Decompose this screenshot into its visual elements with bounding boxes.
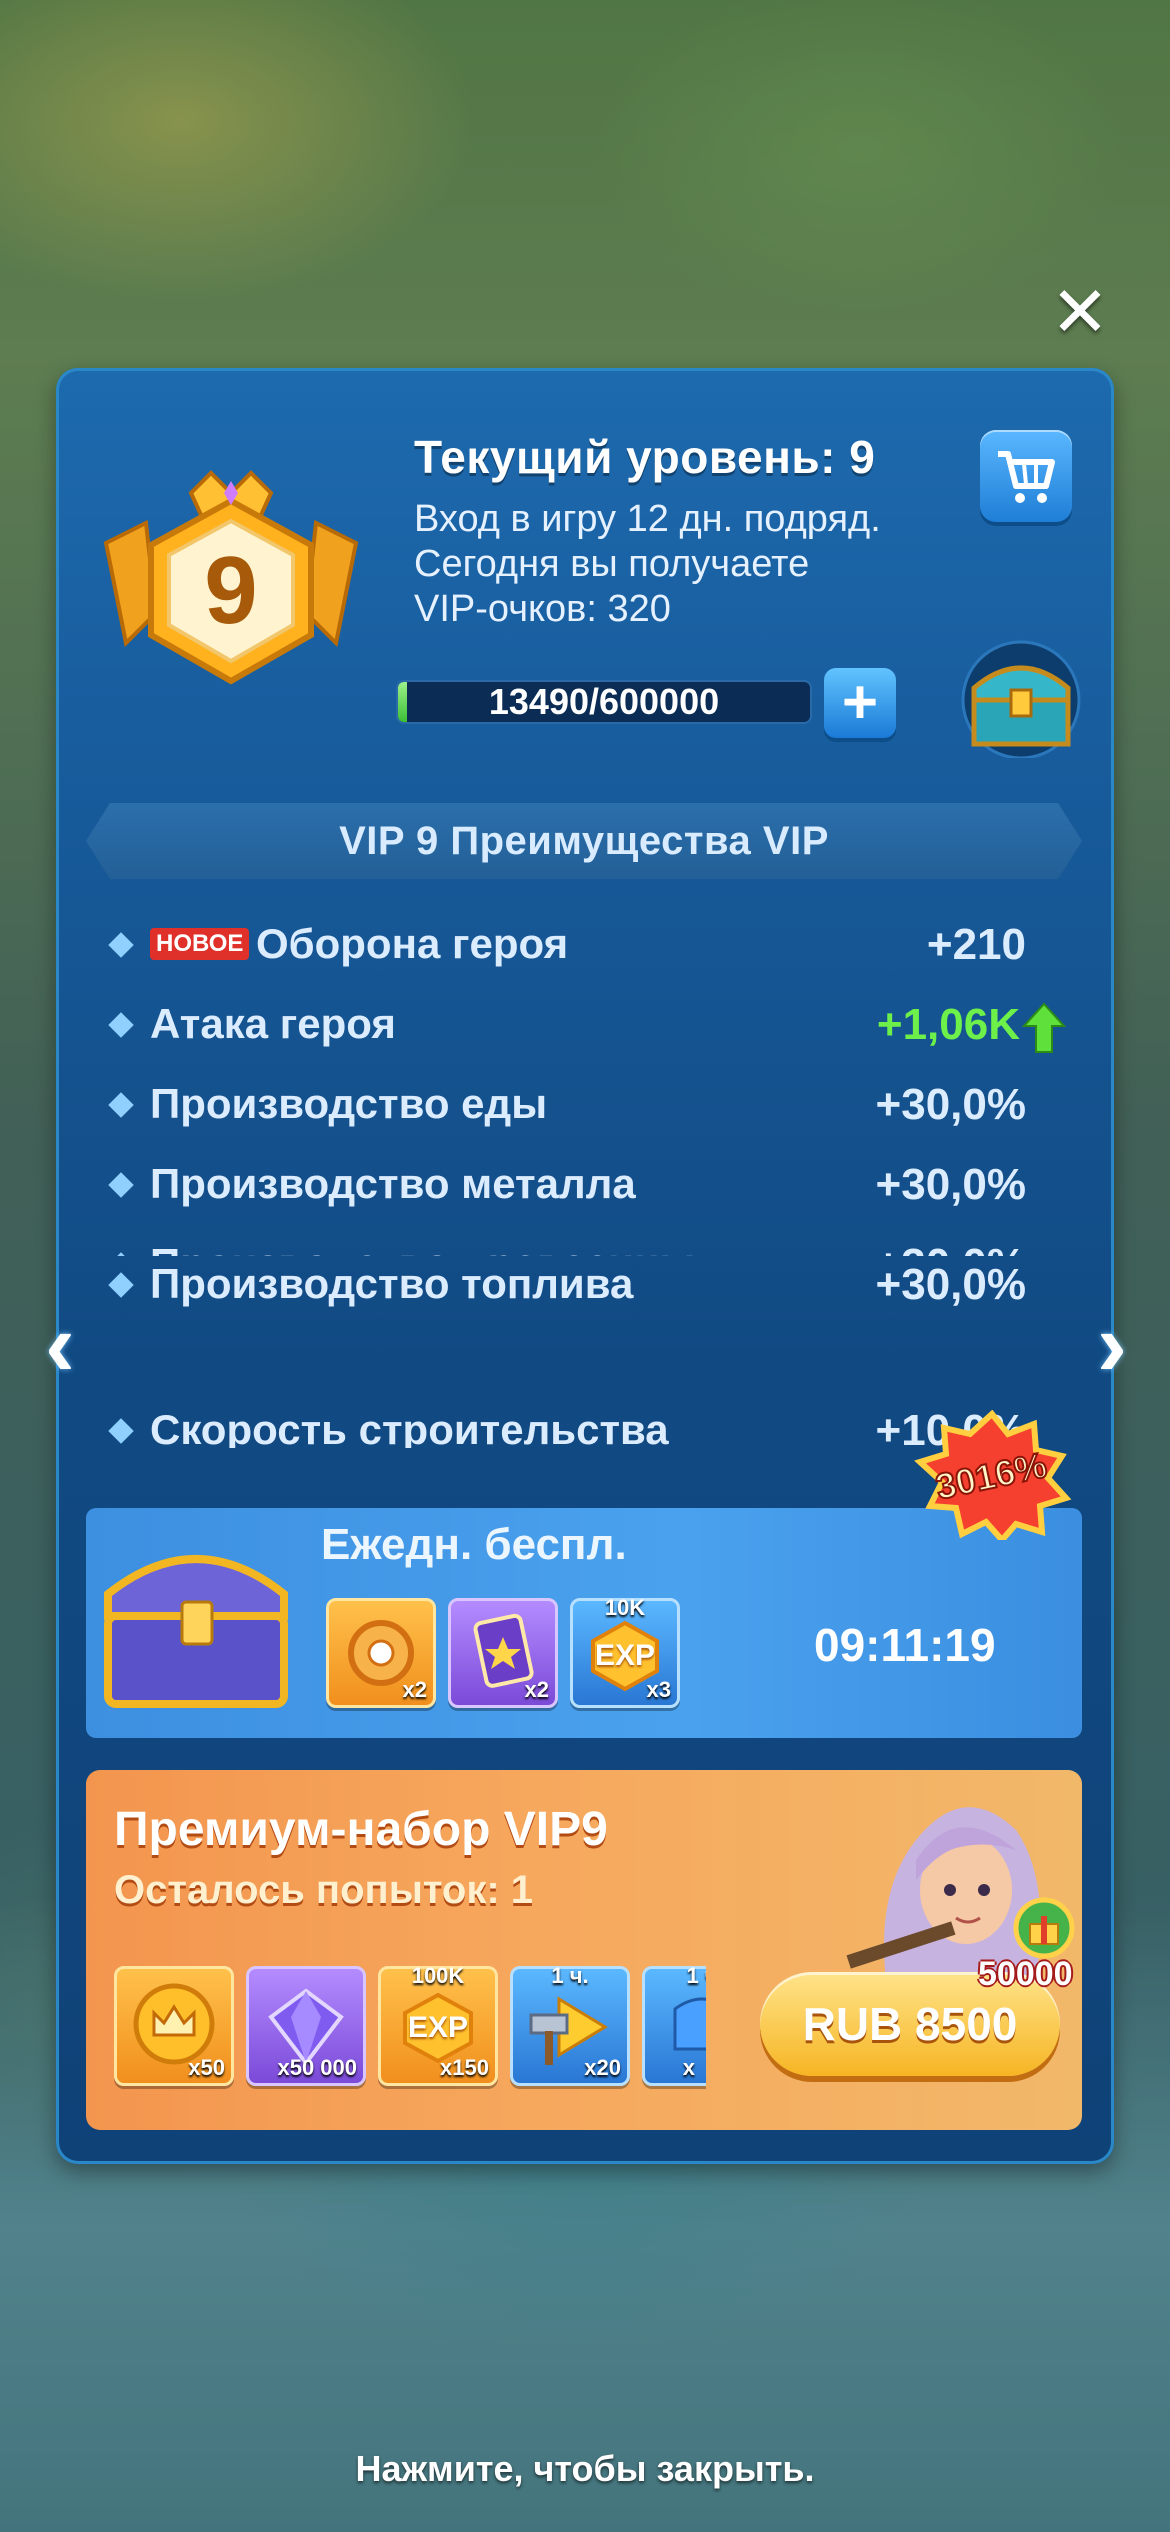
benefit-label: Производство металла xyxy=(150,1160,636,1207)
benefit-label: Производство еды xyxy=(150,1080,548,1127)
premium-pack-title: Премиум-набор VIP9 xyxy=(114,1803,608,1856)
gift-icon xyxy=(1013,1897,1075,1959)
benefit-value: +210 xyxy=(926,920,1026,969)
vip-progress-text: 13490/600000 xyxy=(488,681,720,722)
pack-item-qty: x50 000 xyxy=(277,2055,357,2080)
pack-item-qty: x150 xyxy=(440,2055,489,2080)
pack-item-clip: 1 ч x xyxy=(642,1966,706,2090)
next-level-button[interactable]: › xyxy=(1082,1300,1142,1390)
pack-item[interactable]: 1 ч x xyxy=(642,1966,706,2086)
daily-free-card[interactable]: Ежедн. беспл. x2 x2 10K EXP x3 09:11:19 xyxy=(86,1508,1082,1738)
reward-qty: x3 xyxy=(646,1677,671,1702)
blue-chest-icon xyxy=(104,1555,288,1708)
gift-count: 50000 xyxy=(978,1955,1073,1993)
discount-burst: 3016% xyxy=(914,1410,1072,1540)
pack-item-amount: 100K xyxy=(411,1963,465,1988)
add-vip-points-button[interactable]: + xyxy=(824,668,896,738)
shop-button[interactable] xyxy=(980,430,1072,522)
diamond-bullet-icon xyxy=(108,1418,134,1444)
reward-item[interactable]: x2 xyxy=(448,1598,558,1708)
benefit-row: Производство древесины +30,0% xyxy=(106,1236,1066,1256)
premium-pack-card[interactable]: Премиум-набор VIP9 Осталось попыток: 1 x… xyxy=(86,1770,1082,2130)
benefits-header: VIP 9 Преимущества VIP xyxy=(86,803,1082,879)
cart-icon xyxy=(998,451,1055,503)
diamond-bullet-icon xyxy=(108,1172,134,1198)
benefits-title: VIP 9 Преимущества VIP xyxy=(339,818,829,863)
benefit-label: Оборона героя xyxy=(256,920,569,967)
current-level-title: Текущий уровень: 9 xyxy=(414,431,876,483)
benefit-value: +1,06K xyxy=(876,1000,1020,1049)
previous-level-button[interactable]: ‹ xyxy=(30,1300,90,1390)
attempts-left: Осталось попыток: 1 xyxy=(114,1868,534,1912)
pack-item[interactable]: 1 ч. x20 xyxy=(510,1963,630,2086)
pack-item[interactable]: x50 xyxy=(114,1966,234,2086)
benefit-value: +30,0% xyxy=(875,1080,1026,1129)
arrow-up-icon xyxy=(1022,1002,1066,1053)
benefit-value: +30,0% xyxy=(875,1260,1026,1309)
pack-item-amount: 1 ч. xyxy=(551,1963,589,1988)
benefit-row: НОВОЕ Оборона героя +210 xyxy=(106,916,1066,976)
vip-level-badge: 9 xyxy=(103,470,359,685)
reward-qty: x2 xyxy=(524,1677,549,1702)
pack-item-amount: 1 ч xyxy=(686,1966,706,1988)
login-streak-text: Вход в игру 12 дн. подряд. xyxy=(414,498,881,540)
benefit-row: Производство топлива +30,0% xyxy=(106,1256,1066,1316)
reward-item[interactable]: x2 xyxy=(326,1598,436,1708)
price-label: RUB 8500 xyxy=(802,1998,1018,2050)
exp-label: EXP xyxy=(407,2011,469,2044)
diamond-bullet-icon xyxy=(108,932,134,958)
benefits-list[interactable]: НОВОЕ Оборона героя +210 Атака героя +1,… xyxy=(56,916,1114,1256)
benefit-value: +30,0% xyxy=(875,1160,1026,1209)
tap-to-close-hint[interactable]: Нажмите, чтобы закрыть. xyxy=(0,2448,1170,2490)
benefit-row: Производство еды +30,0% xyxy=(106,1076,1066,1136)
treasure-chest-icon[interactable] xyxy=(956,638,1086,758)
pack-item-qty: x20 xyxy=(584,2055,621,2080)
pack-item[interactable]: 100K EXP x150 xyxy=(378,1963,498,2086)
today-text: Сегодня вы получаете xyxy=(414,543,810,585)
vip-points-text: VIP-очков: 320 xyxy=(414,588,671,630)
daily-timer: 09:11:19 xyxy=(814,1619,996,1671)
pack-item-qty: x50 xyxy=(188,2055,225,2080)
pack-item-qty: x xyxy=(682,2055,695,2080)
diamond-bullet-icon xyxy=(108,1092,134,1118)
diamond-bullet-icon xyxy=(108,1012,134,1038)
benefit-label: Скорость строительства xyxy=(150,1406,669,1448)
benefit-label: Атака героя xyxy=(150,1000,396,1047)
vip-panel: 9 Текущий уровень: 9 Вход в игру 12 дн. … xyxy=(56,368,1114,2164)
close-icon[interactable]: ✕ xyxy=(1048,277,1112,347)
vip-progress-bar: 13490/600000 xyxy=(396,680,812,724)
vip-level-number: 9 xyxy=(204,537,257,644)
reward-item[interactable]: 10K EXP x3 xyxy=(570,1595,680,1708)
benefit-row: Производство металла +30,0% xyxy=(106,1156,1066,1216)
new-badge: НОВОЕ xyxy=(150,928,250,960)
benefit-label: Производство топлива xyxy=(150,1260,634,1307)
pack-item[interactable]: x50 000 xyxy=(246,1966,366,2086)
daily-free-title: Ежедн. беспл. xyxy=(321,1520,627,1569)
benefit-label: Производство древесины xyxy=(150,1240,695,1256)
benefit-value: +30,0% xyxy=(876,1240,1026,1256)
benefit-row: Атака героя +1,06K xyxy=(106,996,1066,1056)
exp-label: EXP xyxy=(594,1639,656,1672)
reward-amount: 10K xyxy=(604,1595,646,1620)
diamond-bullet-icon xyxy=(108,1272,134,1298)
reward-qty: x2 xyxy=(402,1677,427,1702)
